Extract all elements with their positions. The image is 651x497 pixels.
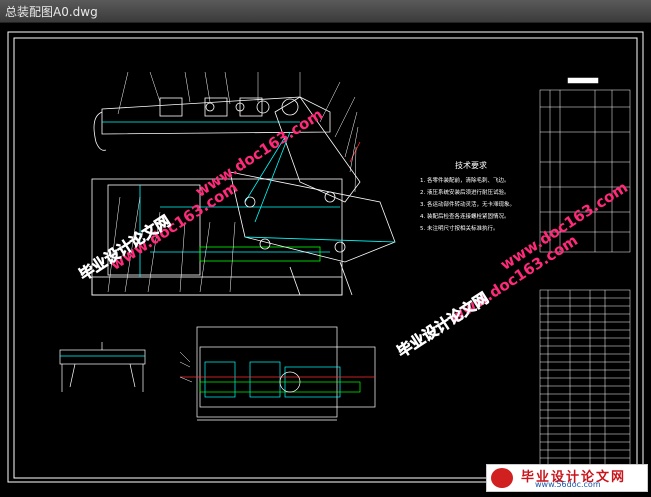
svg-text:1. 各零件装配前，清除毛刺、飞边。: 1. 各零件装配前，清除毛刺、飞边。 — [420, 176, 510, 184]
cad-viewer-window: 总装配图A0.dwg 技术要求 1. 各零件装配前，清除毛刺、飞边。 2. 液压… — [0, 0, 651, 493]
title-bar: 总装配图A0.dwg — [0, 0, 651, 23]
parts-list-bottom — [539, 289, 631, 473]
svg-text:4. 装配后检查各连接螺栓紧固情况。: 4. 装配后检查各连接螺栓紧固情况。 — [420, 212, 510, 220]
svg-text:5. 未注明尺寸按相关标准执行。: 5. 未注明尺寸按相关标准执行。 — [420, 224, 499, 232]
technical-notes: 技术要求 1. 各零件装配前，清除毛刺、飞边。 2. 液压系统安装后须进行耐压试… — [420, 160, 515, 232]
plan-view — [179, 326, 376, 421]
drawing-canvas[interactable]: 技术要求 1. 各零件装配前，清除毛刺、飞边。 2. 液压系统安装后须进行耐压试… — [0, 22, 651, 493]
side-view-small — [59, 342, 146, 392]
svg-text:2. 液压系统安装后须进行耐压试验。: 2. 液压系统安装后须进行耐压试验。 — [420, 188, 510, 196]
svg-text:3. 各运动部件转动灵活，无卡滞现象。: 3. 各运动部件转动灵活，无卡滞现象。 — [420, 200, 515, 208]
window-title: 总装配图A0.dwg — [5, 5, 98, 19]
site-logo: 毕业设计论文网 www.56doc.com — [486, 464, 648, 492]
main-assembly-view — [91, 71, 396, 296]
logo-url: www.56doc.com — [535, 480, 601, 489]
logo-mark-icon — [491, 468, 513, 488]
notes-title: 技术要求 — [455, 160, 487, 170]
